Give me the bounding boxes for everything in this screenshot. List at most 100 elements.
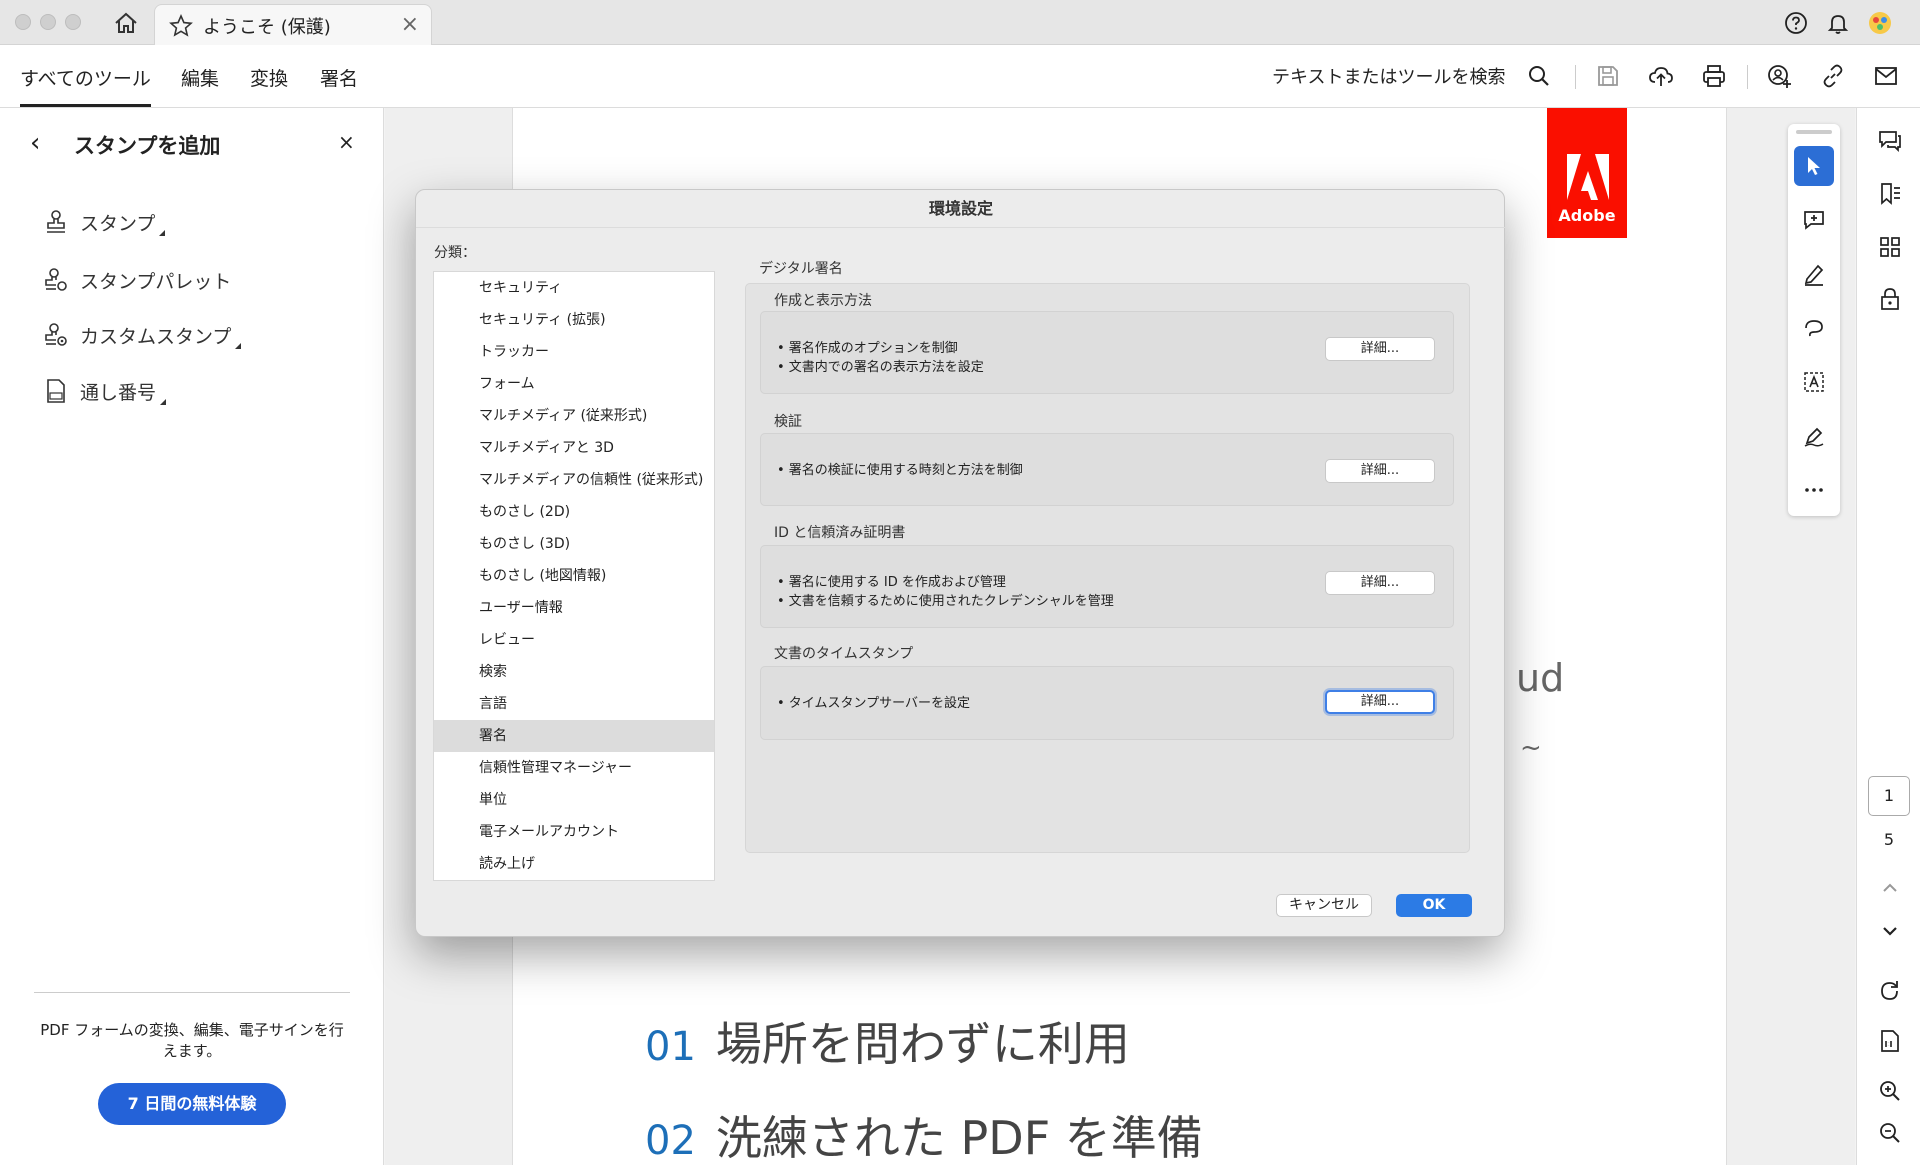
search-label[interactable]: テキストまたはツールを検索 bbox=[1272, 63, 1505, 89]
home-icon[interactable] bbox=[112, 10, 140, 36]
document-text-fragment: ~ bbox=[1520, 733, 1542, 763]
category-label: 分類： bbox=[434, 245, 476, 261]
document-line-text: 洗練された PDF を準備 bbox=[715, 1111, 1203, 1165]
comment-tool-button[interactable] bbox=[1794, 200, 1834, 240]
logo-text: Adobe bbox=[1558, 206, 1616, 225]
expand-triangle-icon bbox=[235, 343, 242, 349]
category-item-selected[interactable]: 署名 bbox=[434, 720, 714, 752]
panel-item-stamp-palette[interactable]: スタンプパレット bbox=[44, 263, 344, 297]
avatar-icon[interactable] bbox=[1868, 11, 1892, 35]
panel-item-stamp[interactable]: スタンプ bbox=[44, 205, 344, 239]
category-item[interactable]: セキュリティ bbox=[434, 272, 714, 304]
panel-item-custom-stamp[interactable]: カスタムスタンプ bbox=[44, 318, 344, 352]
panel-title: スタンプを追加 bbox=[74, 134, 221, 158]
identities-detail-button[interactable]: 詳細... bbox=[1325, 571, 1435, 595]
ok-button[interactable]: OK bbox=[1396, 894, 1472, 917]
zoom-out-icon[interactable] bbox=[1877, 1120, 1903, 1146]
draw-tool-button[interactable] bbox=[1794, 308, 1834, 348]
category-item[interactable]: トラッカー bbox=[434, 336, 714, 368]
document-line-text: 場所を問わずに利用 bbox=[715, 1017, 1130, 1071]
cloud-upload-icon[interactable] bbox=[1648, 63, 1674, 89]
category-item[interactable]: 検索 bbox=[434, 656, 714, 688]
panel-item-label: スタンプ bbox=[80, 213, 156, 235]
panel-item-label: スタンプパレット bbox=[80, 271, 232, 293]
select-tool-button[interactable] bbox=[1794, 146, 1834, 186]
category-item[interactable]: セキュリティ (拡張) bbox=[434, 304, 714, 336]
save-icon[interactable] bbox=[1595, 63, 1621, 89]
group-description: • 署名の検証に使用する時刻と方法を制御 bbox=[777, 463, 1023, 478]
more-icon bbox=[1805, 488, 1823, 492]
lock-panel-icon[interactable] bbox=[1877, 286, 1903, 312]
link-icon[interactable] bbox=[1820, 63, 1846, 89]
cancel-button[interactable]: キャンセル bbox=[1276, 894, 1372, 917]
creation-detail-button[interactable]: 詳細... bbox=[1325, 337, 1435, 361]
more-tools-button[interactable] bbox=[1794, 470, 1834, 510]
actual-size-icon[interactable] bbox=[1877, 1028, 1903, 1054]
preferences-dialog: 環境設定 分類： セキュリティ セキュリティ (拡張) トラッカー フォーム マ… bbox=[415, 189, 1506, 937]
category-item[interactable]: ものさし (地図情報) bbox=[434, 560, 714, 592]
category-item[interactable]: 単位 bbox=[434, 784, 714, 816]
stamp-palette-icon bbox=[44, 267, 68, 293]
verification-detail-button[interactable]: 詳細... bbox=[1325, 459, 1435, 483]
category-item[interactable]: マルチメディアの信頼性 (従来形式) bbox=[434, 464, 714, 496]
category-item[interactable]: 読み上げ bbox=[434, 848, 714, 880]
current-page-input[interactable]: 1 bbox=[1868, 776, 1910, 816]
category-item[interactable]: マルチメディア (従来形式) bbox=[434, 400, 714, 432]
chevron-down-icon[interactable] bbox=[1877, 918, 1903, 944]
free-trial-button[interactable]: 7 日間の無料体験 bbox=[98, 1083, 286, 1125]
timestamp-detail-button[interactable]: 詳細... bbox=[1325, 690, 1435, 714]
zoom-in-icon[interactable] bbox=[1877, 1078, 1903, 1104]
rotate-icon[interactable] bbox=[1877, 978, 1903, 1004]
panel-item-serial-number[interactable]: 通し番号 bbox=[44, 374, 344, 408]
thumbnails-panel-icon[interactable] bbox=[1877, 234, 1903, 260]
category-list[interactable]: セキュリティ セキュリティ (拡張) トラッカー フォーム マルチメディア (従… bbox=[433, 271, 715, 881]
sign-tool-button[interactable] bbox=[1794, 416, 1834, 456]
back-icon[interactable]: ‹ bbox=[30, 128, 40, 158]
group-title: 文書のタイムスタンプ bbox=[774, 646, 914, 662]
window-minimize-button[interactable] bbox=[40, 14, 56, 30]
text-box-tool-button[interactable] bbox=[1794, 362, 1834, 402]
share-user-icon[interactable] bbox=[1766, 63, 1792, 89]
tab-close-icon[interactable]: × bbox=[401, 14, 419, 36]
serial-number-icon bbox=[44, 378, 68, 404]
bookmarks-panel-icon[interactable] bbox=[1877, 181, 1903, 207]
custom-stamp-icon bbox=[44, 322, 68, 348]
panel-close-icon[interactable]: × bbox=[338, 130, 355, 154]
category-item[interactable]: マルチメディアと 3D bbox=[434, 432, 714, 464]
toolbar-separator bbox=[1747, 65, 1748, 89]
group-title: 検証 bbox=[774, 414, 802, 430]
search-icon[interactable] bbox=[1526, 63, 1552, 89]
menu-bar: すべてのツール 編集 変換 署名 テキストまたはツールを検索 bbox=[0, 45, 1920, 108]
group-identities-certificates: • 署名に使用する ID を作成および管理 • 文書を信頼するために使用されたク… bbox=[760, 545, 1454, 628]
category-item[interactable]: ものさし (2D) bbox=[434, 496, 714, 528]
help-icon[interactable] bbox=[1784, 11, 1808, 35]
star-icon[interactable] bbox=[169, 14, 193, 38]
category-item[interactable]: フォーム bbox=[434, 368, 714, 400]
freehand-icon bbox=[1805, 320, 1823, 337]
category-item[interactable]: ものさし (3D) bbox=[434, 528, 714, 560]
print-icon[interactable] bbox=[1701, 63, 1727, 89]
bell-icon[interactable] bbox=[1826, 11, 1850, 35]
expand-triangle-icon bbox=[160, 399, 167, 405]
window-zoom-button[interactable] bbox=[65, 14, 81, 30]
group-document-timestamp: • タイムスタンプサーバーを設定 詳細... bbox=[760, 666, 1454, 740]
menu-convert[interactable]: 変換 bbox=[250, 64, 288, 91]
document-tab[interactable]: ようこそ (保護) × bbox=[154, 4, 432, 45]
menu-edit[interactable]: 編集 bbox=[181, 64, 219, 91]
menu-all-tools[interactable]: すべてのツール bbox=[20, 64, 151, 107]
category-item[interactable]: 言語 bbox=[434, 688, 714, 720]
window-close-button[interactable] bbox=[15, 14, 31, 30]
document-line-number: 02 bbox=[645, 1118, 696, 1164]
category-item[interactable]: 電子メールアカウント bbox=[434, 816, 714, 848]
toolbar-grip[interactable] bbox=[1796, 130, 1832, 134]
cursor-icon bbox=[1808, 157, 1820, 175]
category-item[interactable]: 信頼性管理マネージャー bbox=[434, 752, 714, 784]
mail-icon[interactable] bbox=[1873, 63, 1899, 89]
highlight-tool-button[interactable] bbox=[1794, 254, 1834, 294]
chevron-up-icon[interactable] bbox=[1877, 875, 1903, 901]
comments-panel-icon[interactable] bbox=[1877, 128, 1903, 154]
highlighter-icon bbox=[1804, 264, 1824, 286]
category-item[interactable]: レビュー bbox=[434, 624, 714, 656]
category-item[interactable]: ユーザー情報 bbox=[434, 592, 714, 624]
menu-sign[interactable]: 署名 bbox=[320, 64, 358, 91]
